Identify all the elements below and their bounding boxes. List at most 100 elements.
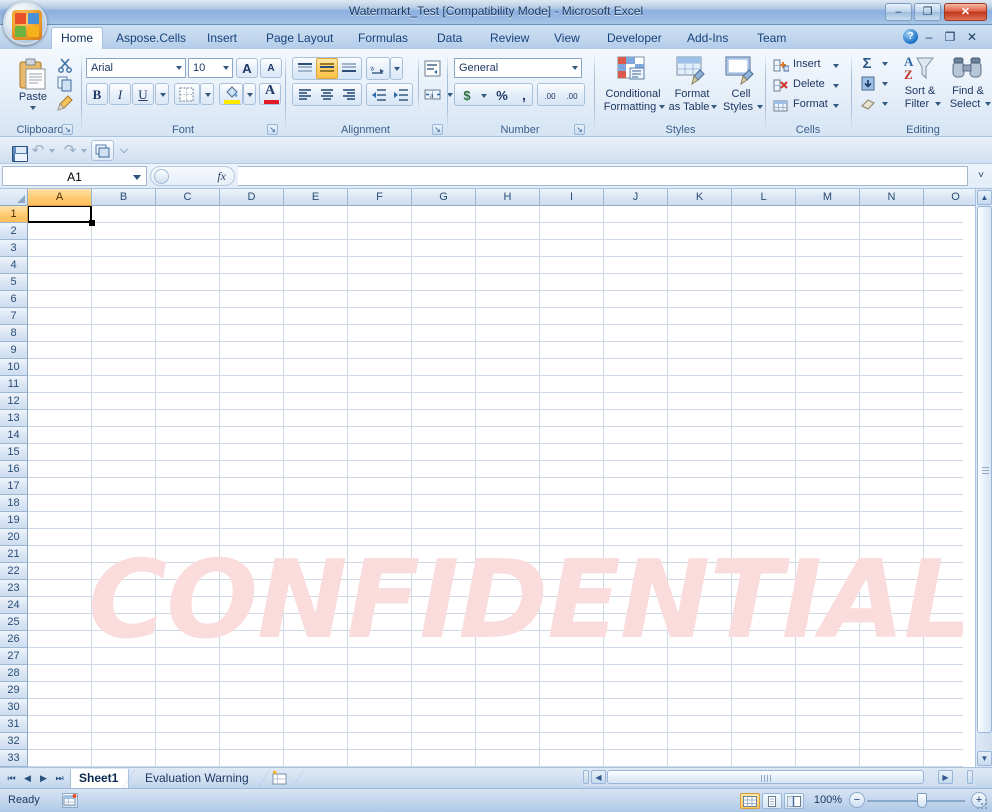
- office-button[interactable]: [3, 1, 47, 45]
- row-header-8[interactable]: 8: [0, 325, 28, 342]
- zoom-out-button[interactable]: −: [849, 792, 865, 808]
- active-cell-selection[interactable]: [28, 206, 92, 223]
- row-header-21[interactable]: 21: [0, 546, 28, 563]
- horizontal-scroll-thumb[interactable]: [607, 770, 924, 784]
- zoom-slider-thumb[interactable]: [917, 793, 927, 808]
- expand-formula-bar-icon[interactable]: ˅: [973, 168, 989, 185]
- row-header-12[interactable]: 12: [0, 393, 28, 410]
- clipboard-dialog-launcher[interactable]: ↘: [62, 124, 73, 135]
- number-format-combo[interactable]: General: [454, 58, 582, 78]
- row-header-18[interactable]: 18: [0, 495, 28, 512]
- autosum-button[interactable]: Σ: [856, 53, 878, 72]
- orientation-button[interactable]: a: [366, 57, 390, 80]
- select-all-button[interactable]: [0, 189, 28, 206]
- tab-home[interactable]: Home: [51, 27, 104, 49]
- maximize-button[interactable]: ❐: [914, 3, 941, 21]
- row-header-27[interactable]: 27: [0, 648, 28, 665]
- number-dialog-launcher[interactable]: ↘: [574, 124, 585, 135]
- fill-handle[interactable]: [89, 220, 95, 226]
- insert-cells-button[interactable]: Insert: [770, 55, 846, 74]
- row-header-30[interactable]: 30: [0, 699, 28, 716]
- scroll-left-button[interactable]: ◀: [591, 770, 606, 784]
- qat-redo-dropdown[interactable]: [79, 141, 90, 160]
- increase-decimal-button[interactable]: .00: [539, 84, 561, 105]
- copy-button[interactable]: [54, 74, 74, 92]
- alignment-dialog-launcher[interactable]: ↘: [432, 124, 443, 135]
- tab-data[interactable]: Data: [428, 28, 471, 49]
- view-page-layout-button[interactable]: [762, 793, 782, 809]
- percent-format-button[interactable]: %: [491, 84, 513, 105]
- autosum-dropdown[interactable]: [878, 53, 891, 72]
- tab-team[interactable]: Team: [748, 28, 795, 49]
- align-left-button[interactable]: [294, 84, 316, 105]
- decrease-decimal-button[interactable]: .00: [561, 84, 583, 105]
- tab-add-ins[interactable]: Add-Ins: [678, 28, 737, 49]
- clear-button[interactable]: [856, 93, 878, 112]
- align-bottom-button[interactable]: [338, 58, 360, 79]
- format-painter-button[interactable]: [54, 93, 74, 111]
- row-header-32[interactable]: 32: [0, 733, 28, 750]
- row-header-31[interactable]: 31: [0, 716, 28, 733]
- cut-button[interactable]: [54, 55, 74, 73]
- format-cells-button[interactable]: Format: [770, 95, 846, 114]
- sort-filter-button[interactable]: A Z Sort & Filter: [896, 53, 942, 111]
- ribbon-close-icon[interactable]: ✕: [965, 30, 979, 44]
- row-header-10[interactable]: 10: [0, 359, 28, 376]
- sheet-tab-evaluation-warning[interactable]: Evaluation Warning: [137, 769, 259, 788]
- clear-dropdown[interactable]: [878, 93, 891, 112]
- accounting-format-button[interactable]: $: [456, 84, 478, 105]
- row-header-2[interactable]: 2: [0, 223, 28, 240]
- fill-color-button[interactable]: [219, 83, 243, 105]
- cancel-formula-button[interactable]: [154, 169, 169, 184]
- column-header-C[interactable]: C: [156, 189, 220, 206]
- scroll-right-button[interactable]: ▶: [938, 770, 953, 784]
- underline-button[interactable]: U: [132, 83, 154, 105]
- row-header-26[interactable]: 26: [0, 631, 28, 648]
- name-box[interactable]: A1: [2, 166, 147, 186]
- cell-styles-button[interactable]: Cell Styles: [717, 54, 763, 113]
- tab-page-layout[interactable]: Page Layout: [257, 28, 342, 49]
- row-header-17[interactable]: 17: [0, 478, 28, 495]
- accounting-dropdown[interactable]: [477, 84, 489, 105]
- borders-button[interactable]: [174, 83, 200, 105]
- row-header-15[interactable]: 15: [0, 444, 28, 461]
- column-header-N[interactable]: N: [860, 189, 924, 206]
- split-handle-right[interactable]: [967, 770, 973, 784]
- wrap-text-button[interactable]: [420, 57, 444, 80]
- first-sheet-button[interactable]: ⏮: [4, 772, 19, 786]
- column-header-I[interactable]: I: [540, 189, 604, 206]
- qat-print-preview-button[interactable]: [91, 140, 114, 161]
- formula-input[interactable]: [238, 166, 968, 186]
- underline-dropdown[interactable]: [155, 83, 169, 105]
- grow-font-button[interactable]: A: [236, 58, 258, 78]
- column-header-H[interactable]: H: [476, 189, 540, 206]
- conditional-formatting-button[interactable]: Conditional Formatting: [599, 54, 665, 113]
- column-header-M[interactable]: M: [796, 189, 860, 206]
- close-button[interactable]: ✕: [944, 3, 987, 21]
- minimize-button[interactable]: –: [885, 3, 912, 21]
- split-handle-left[interactable]: [583, 770, 589, 784]
- row-header-9[interactable]: 9: [0, 342, 28, 359]
- find-select-button[interactable]: Find & Select: [943, 53, 991, 111]
- row-header-3[interactable]: 3: [0, 240, 28, 257]
- ribbon-restore-icon[interactable]: ❐: [943, 30, 957, 44]
- scroll-down-button[interactable]: ▼: [977, 751, 992, 766]
- fill-dropdown[interactable]: [878, 73, 891, 92]
- row-header-1[interactable]: 1: [0, 206, 28, 223]
- borders-dropdown[interactable]: [200, 83, 214, 105]
- fill-button[interactable]: [856, 73, 878, 92]
- font-dialog-launcher[interactable]: ↘: [267, 124, 278, 135]
- decrease-indent-button[interactable]: [368, 84, 390, 105]
- tab-view[interactable]: View: [545, 28, 589, 49]
- zoom-level-label[interactable]: 100%: [814, 794, 842, 806]
- tab-aspose-cells[interactable]: Aspose.Cells: [107, 28, 195, 49]
- align-top-button[interactable]: [294, 58, 316, 79]
- merge-center-button[interactable]: a: [420, 83, 444, 106]
- zoom-slider-track[interactable]: [867, 800, 965, 802]
- orientation-dropdown[interactable]: [390, 57, 403, 80]
- column-header-J[interactable]: J: [604, 189, 668, 206]
- resize-grip[interactable]: [977, 799, 989, 811]
- scroll-up-button[interactable]: ▲: [977, 190, 992, 205]
- column-header-A[interactable]: A: [28, 189, 92, 206]
- next-sheet-button[interactable]: ▶: [36, 772, 51, 786]
